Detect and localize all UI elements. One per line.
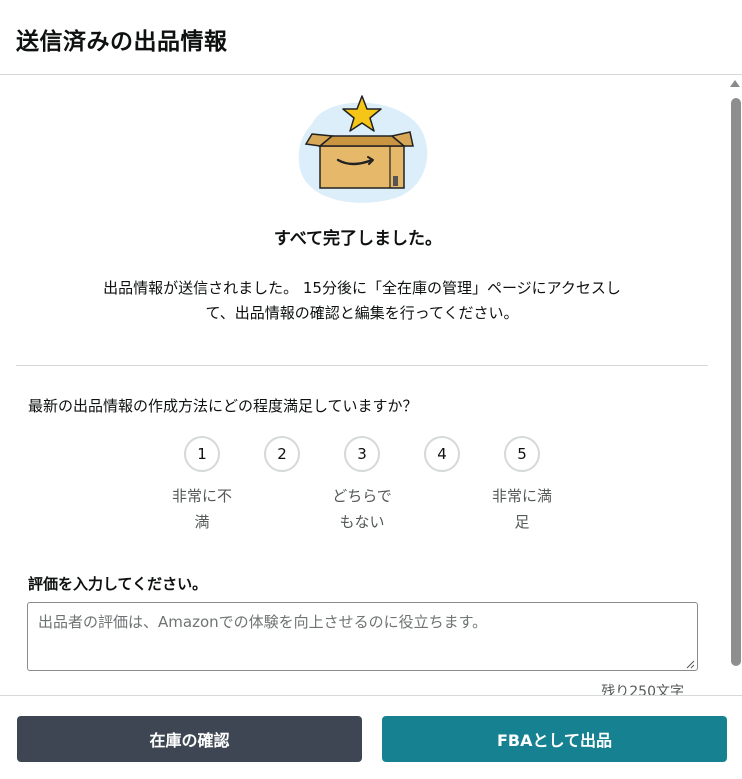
dialog-body[interactable]: すべて完了しました。 出品情報が送信されました。 15分後に「全在庫の管理」ペー… bbox=[0, 76, 742, 695]
completion-message-line: 出品情報が送信されました。 15分後に「全在庫の管理」ページにアクセスし bbox=[103, 279, 621, 297]
review-label: 評価を入力してください。 bbox=[28, 575, 208, 593]
rating-caption-line: 足 bbox=[514, 513, 530, 531]
rating-caption-line: 非常に満 bbox=[491, 487, 552, 505]
completion-message-line: て、出品情報の確認と編集を行ってください。 bbox=[205, 304, 519, 322]
completion-title: すべて完了しました。 bbox=[273, 229, 443, 249]
rating-caption-low: 非常に不 満 bbox=[162, 483, 242, 535]
rating-button-4[interactable]: 4 bbox=[424, 436, 460, 472]
rating-caption-line: どちらで bbox=[332, 487, 392, 505]
completion-message: 出品情報が送信されました。 15分後に「全在庫の管理」ページにアクセスし て、出… bbox=[56, 276, 668, 326]
survey-question: 最新の出品情報の作成方法にどの程度満足していますか？ bbox=[28, 397, 418, 415]
amazon-box-with-star-icon bbox=[298, 95, 428, 203]
dialog-title: 送信済みの出品情報 bbox=[16, 29, 228, 55]
list-as-fba-button[interactable]: FBAとして出品 bbox=[382, 716, 727, 762]
rating-button-3[interactable]: 3 bbox=[344, 436, 380, 472]
rating-caption-line: 満 bbox=[194, 513, 210, 531]
rating-caption-mid: どちらで もない bbox=[322, 483, 402, 535]
rating-button-5[interactable]: 5 bbox=[504, 436, 540, 472]
scrollbar-thumb[interactable] bbox=[731, 98, 741, 666]
rating-button-2[interactable]: 2 bbox=[264, 436, 300, 472]
rating-button-1[interactable]: 1 bbox=[184, 436, 220, 472]
dialog-header: 送信済みの出品情報 bbox=[0, 0, 742, 75]
scroll-up-arrow-icon[interactable] bbox=[730, 80, 740, 87]
section-divider bbox=[16, 365, 708, 366]
dialog-footer: 在庫の確認 FBAとして出品 bbox=[0, 695, 742, 779]
dialog-content: すべて完了しました。 出品情報が送信されました。 15分後に「全在庫の管理」ペー… bbox=[0, 76, 728, 695]
rating-caption-line: もない bbox=[339, 513, 385, 531]
char-count: 残り250文字 bbox=[601, 684, 684, 695]
resize-grip-icon[interactable] bbox=[686, 660, 695, 669]
rating-caption-line: 非常に不 bbox=[171, 487, 232, 505]
rating-caption-high: 非常に満 足 bbox=[482, 483, 562, 535]
review-textarea[interactable] bbox=[27, 602, 698, 671]
view-inventory-button[interactable]: 在庫の確認 bbox=[17, 716, 362, 762]
